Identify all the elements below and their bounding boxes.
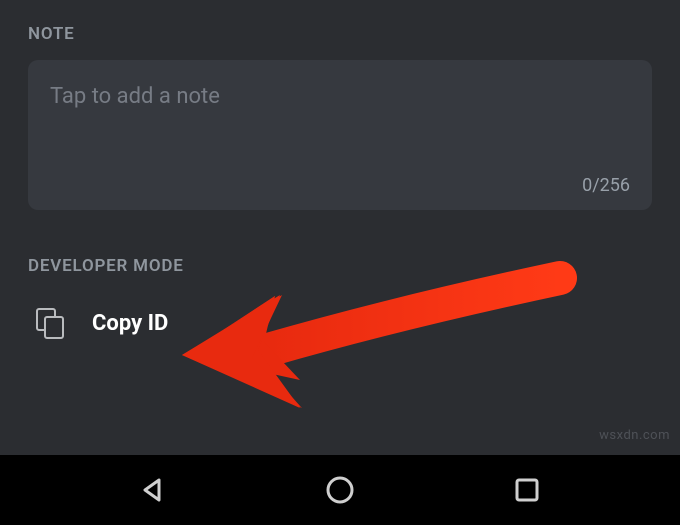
developer-mode-label: DEVELOPER MODE: [28, 256, 652, 276]
watermark-text: wsxdn.com: [599, 428, 670, 443]
nav-back-icon: [139, 476, 167, 504]
nav-back-button[interactable]: [135, 472, 171, 508]
note-char-counter: 0/256: [582, 175, 630, 196]
app-screen: NOTE Tap to add a note 0/256 DEVELOPER M…: [0, 0, 680, 525]
nav-home-icon: [324, 474, 356, 506]
developer-mode-section: DEVELOPER MODE Copy ID: [28, 256, 652, 342]
note-section-label: NOTE: [28, 24, 652, 44]
nav-recent-button[interactable]: [509, 472, 545, 508]
content-area: NOTE Tap to add a note 0/256 DEVELOPER M…: [0, 0, 680, 455]
nav-recent-icon: [514, 477, 540, 503]
nav-home-button[interactable]: [322, 472, 358, 508]
note-input-box[interactable]: Tap to add a note 0/256: [28, 60, 652, 210]
note-placeholder: Tap to add a note: [50, 84, 630, 109]
copy-id-button[interactable]: Copy ID: [28, 304, 652, 342]
android-nav-bar: [0, 455, 680, 525]
copy-id-label: Copy ID: [92, 311, 168, 336]
copy-icon: [36, 308, 66, 338]
